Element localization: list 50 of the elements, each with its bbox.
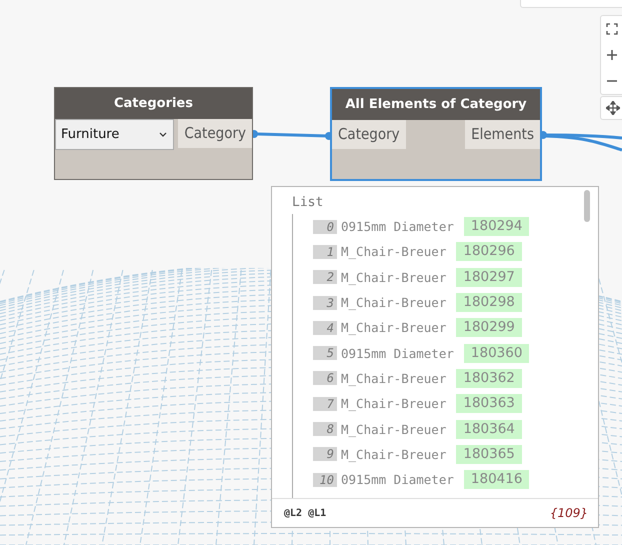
output-port[interactable]: Elements [465,120,540,149]
caret-icon [159,132,167,137]
item-name: M_Chair-Breuer [341,370,446,386]
index-label: 5 [313,346,337,360]
node-card[interactable]: Categories Furniture Category [54,87,253,180]
item-value: 180363 [456,394,522,414]
item-name: M_Chair-Breuer [341,396,446,412]
index-label: 7 [313,396,337,411]
item-value: 180296 [456,242,522,262]
dropdown[interactable]: Furniture [55,119,174,150]
item-value: 180294 [464,217,530,236]
item-value: 180364 [456,420,522,439]
index-label: 9 [313,447,337,462]
input-port[interactable]: Category [332,120,406,149]
pan-button[interactable] [600,96,622,120]
item-value: 180299 [456,318,522,338]
item-value: 180297 [456,268,522,287]
item-name: M_Chair-Breuer [341,422,446,437]
item-name: 0915mm Diameter [341,346,454,361]
list-title: List [292,196,324,210]
item-name: M_Chair-Breuer [341,320,446,336]
item-count: {109} [550,506,588,520]
node-title: Categories [55,88,252,119]
item-value: 180365 [456,444,522,464]
output-port[interactable]: Category [178,119,252,148]
item-value: 180360 [464,344,530,363]
index-label: 1 [313,244,337,259]
item-name: M_Chair-Breuer [341,295,446,310]
scrollbar-thumb[interactable] [584,190,590,222]
item-name: M_Chair-Breuer [341,270,446,285]
zoom-in-icon[interactable] [606,49,618,61]
item-name: M_Chair-Breuer [341,446,446,462]
index-label: 6 [313,371,337,386]
index-label: 10 [313,472,337,487]
item-value: 180416 [464,470,530,490]
move-icon [606,101,620,115]
list-levels: @L2 @L1 [284,508,326,518]
index-label: 4 [313,320,337,335]
index-label: 3 [313,296,337,310]
item-name: 0915mm Diameter [341,472,454,488]
index-label: 0 [313,220,337,234]
index-label: 8 [313,422,337,436]
item-value: 180362 [456,368,522,388]
item-name: 0915mm Diameter [341,219,454,234]
node-title: All Elements of Category [332,89,540,120]
item-name: M_Chair-Breuer [341,244,446,260]
index-label: 2 [313,270,337,284]
item-value: 180298 [456,293,522,312]
fit-view-icon[interactable] [606,23,618,35]
node-card[interactable]: All Elements of Category Category Elements [330,87,542,181]
